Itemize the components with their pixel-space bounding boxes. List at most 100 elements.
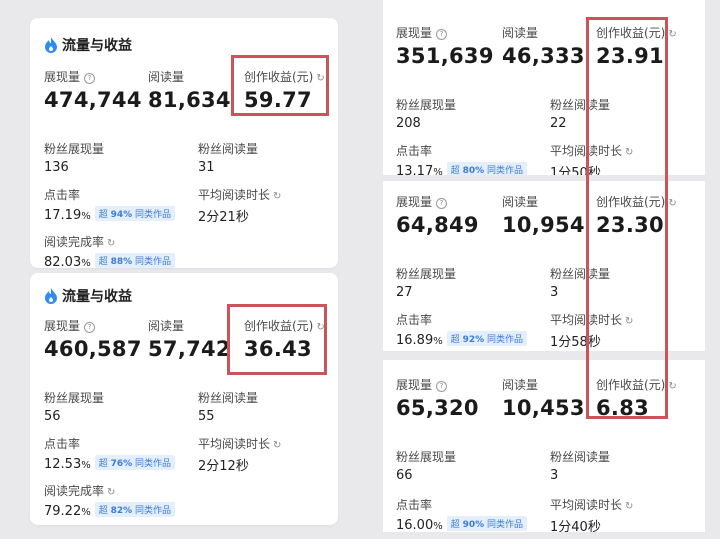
percent-sign: % (81, 507, 91, 518)
fan-impressions-value: 66 (396, 468, 413, 483)
avg-read-time-label: 平均阅读时长 (550, 498, 623, 512)
question-icon[interactable]: ? (436, 198, 448, 209)
ctr-badge: 超 92% 同类作品 (446, 331, 528, 346)
ctr-value: 16.89 (396, 333, 434, 348)
completion-label: 阅读完成率 (44, 235, 105, 249)
fan-reads-label: 粉丝阅读量 (198, 142, 259, 156)
impressions-value: 64,849 (396, 213, 479, 237)
fan-impressions-value: 136 (44, 160, 69, 175)
refresh-icon[interactable]: ↻ (107, 487, 115, 498)
impressions-stat: 展现量? 351,639 (396, 24, 494, 68)
percent-sign: % (433, 521, 443, 532)
ctr-badge: 超 94% 同类作品 (94, 206, 176, 221)
ctr-stat: 点击率 16.00% 超 90% 同类作品 (396, 496, 528, 532)
impressions-stat: 展现量? 65,320 (396, 376, 479, 420)
impressions-stat: 展现量? 474,744 (44, 68, 142, 112)
ctr-value: 16.00 (396, 518, 434, 532)
fan-reads-value: 55 (198, 409, 215, 424)
fan-impressions-value: 208 (396, 116, 421, 131)
question-icon[interactable]: ? (436, 381, 448, 392)
refresh-icon[interactable]: ↻ (273, 191, 281, 202)
card-title-text: 流量与收益 (62, 38, 132, 54)
reads-value: 10,954 (502, 213, 585, 237)
card-title: 流量与收益 (44, 35, 132, 57)
ctr-label: 点击率 (44, 437, 81, 451)
ctr-stat: 点击率 17.19% 超 94% 同类作品 (44, 186, 176, 223)
fan-reads-stat: 粉丝阅读量 31 (198, 140, 258, 175)
impressions-value: 474,744 (44, 88, 142, 112)
impressions-value: 65,320 (396, 396, 479, 420)
ctr-label: 点击率 (396, 144, 433, 158)
fan-impressions-label: 粉丝展现量 (396, 450, 457, 464)
ctr-badge: 超 90% 同类作品 (446, 516, 528, 531)
card-title: 流量与收益 (44, 286, 132, 308)
fan-reads-value: 31 (198, 160, 215, 175)
ctr-stat: 点击率 13.17% 超 80% 同类作品 (396, 142, 528, 175)
completion-badge: 超 82% 同类作品 (94, 502, 176, 517)
fan-impressions-stat: 粉丝展现量 56 (44, 389, 104, 424)
fan-impressions-label: 粉丝展现量 (396, 267, 457, 281)
earnings-column-highlight (586, 17, 668, 419)
reads-stat: 阅读量 46,333 (502, 24, 585, 68)
avg-read-time-value: 1分40秒 (550, 520, 601, 532)
ctr-label: 点击率 (396, 498, 433, 512)
completion-label: 阅读完成率 (44, 484, 105, 498)
impressions-value: 351,639 (396, 44, 494, 68)
percent-sign: % (81, 258, 91, 269)
refresh-icon[interactable]: ↻ (668, 198, 676, 209)
refresh-icon[interactable]: ↻ (107, 238, 115, 249)
completion-value: 79.22 (44, 504, 82, 519)
fan-impressions-label: 粉丝展现量 (396, 98, 457, 112)
reads-label: 阅读量 (148, 319, 185, 333)
question-icon[interactable]: ? (84, 322, 96, 333)
traffic-earnings-card-2: 流量与收益 展现量? 460,587 阅读量 57,742 创作收益(元) ↻ 3… (30, 273, 338, 525)
impressions-label: 展现量 (44, 319, 81, 333)
completion-value: 82.03 (44, 255, 82, 270)
refresh-icon[interactable]: ↻ (625, 501, 633, 512)
refresh-icon[interactable]: ↻ (668, 381, 676, 392)
refresh-icon[interactable]: ↻ (273, 440, 281, 451)
impressions-label: 展现量 (44, 70, 81, 84)
percent-sign: % (433, 336, 443, 347)
ctr-label: 点击率 (44, 188, 81, 202)
reads-value: 81,634 (148, 88, 231, 112)
reads-stat: 阅读量 57,742 (148, 317, 231, 361)
fan-impressions-stat: 粉丝展现量 208 (396, 96, 456, 131)
ctr-stat: 点击率 12.53% 超 76% 同类作品 (44, 435, 176, 472)
flame-logo-icon (44, 288, 58, 308)
question-icon[interactable]: ? (84, 73, 96, 84)
flame-logo-icon (44, 37, 58, 57)
reads-stat: 阅读量 10,453 (502, 376, 585, 420)
reads-value: 10,453 (502, 396, 585, 420)
ctr-label: 点击率 (396, 313, 433, 327)
impressions-label: 展现量 (396, 195, 433, 209)
fan-reads-label: 粉丝阅读量 (550, 450, 611, 464)
fan-impressions-value: 56 (44, 409, 61, 424)
avg-read-time-value: 2分12秒 (198, 459, 249, 474)
reads-label: 阅读量 (148, 70, 185, 84)
percent-sign: % (81, 211, 91, 222)
impressions-label: 展现量 (396, 26, 433, 40)
percent-sign: % (433, 167, 443, 175)
reads-stat: 阅读量 81,634 (148, 68, 231, 112)
highlight-box (227, 304, 327, 375)
fan-reads-stat: 粉丝阅读量 55 (198, 389, 258, 424)
ctr-stat: 点击率 16.89% 超 92% 同类作品 (396, 311, 528, 348)
fan-reads-stat: 粉丝阅读量 3 (550, 448, 610, 483)
reads-label: 阅读量 (502, 378, 539, 392)
reads-label: 阅读量 (502, 26, 539, 40)
impressions-stat: 展现量? 460,587 (44, 317, 142, 361)
avg-read-time-stat: 平均阅读时长 ↻ 2分12秒 (198, 435, 281, 474)
ctr-value: 12.53 (44, 457, 82, 472)
avg-read-time-stat: 平均阅读时长 ↻ 2分21秒 (198, 186, 281, 225)
fan-impressions-stat: 粉丝展现量 136 (44, 140, 104, 175)
fan-impressions-stat: 粉丝展现量 27 (396, 265, 456, 300)
refresh-icon[interactable]: ↻ (668, 29, 676, 40)
percent-sign: % (81, 460, 91, 471)
avg-read-time-label: 平均阅读时长 (198, 188, 271, 202)
avg-read-time-label: 平均阅读时长 (198, 437, 271, 451)
impressions-value: 460,587 (44, 337, 142, 361)
reads-value: 57,742 (148, 337, 231, 361)
completion-stat: 阅读完成率 ↻ 82.03% 超 88% 同类作品 (44, 233, 176, 270)
question-icon[interactable]: ? (436, 29, 448, 40)
